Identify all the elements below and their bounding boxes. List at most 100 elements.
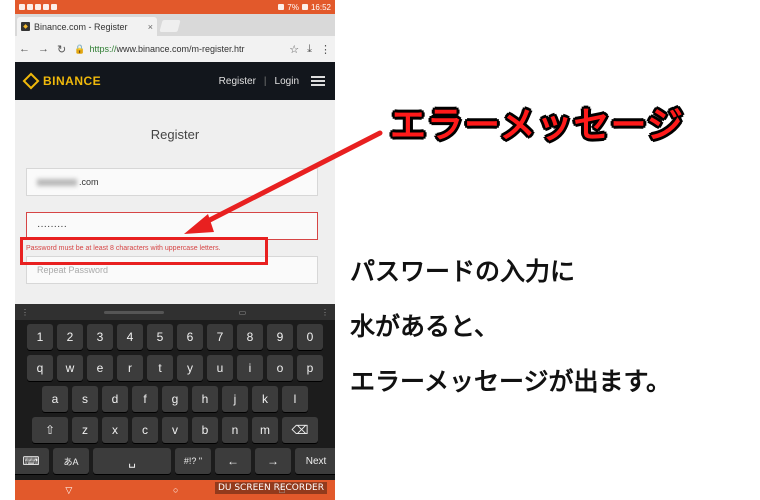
home-nav-icon[interactable]: ○ — [173, 485, 178, 495]
binance-favicon-icon: ◆ — [21, 22, 30, 31]
notification-icon — [43, 4, 49, 10]
language-key[interactable]: あA — [53, 448, 89, 474]
system-nav-bar: ▽ ○ □ DU SCREEN RECORDER — [15, 480, 335, 500]
binance-logo-icon — [22, 72, 40, 90]
nav-register-link[interactable]: Register — [219, 76, 256, 87]
number-key[interactable]: 8 — [237, 324, 263, 350]
next-key[interactable]: Next — [295, 448, 335, 474]
letter-key[interactable]: y — [177, 355, 203, 381]
keyboard-drag-handle[interactable] — [103, 310, 164, 314]
blurred-email — [37, 178, 77, 186]
cursor-right-key[interactable]: → — [255, 448, 291, 474]
register-page: Register .com ········· Password must be… — [15, 100, 335, 304]
keyboard-number-row: 1234567890 — [18, 324, 332, 350]
letter-key[interactable]: f — [132, 386, 158, 412]
notification-icon — [27, 4, 33, 10]
letter-key[interactable]: w — [57, 355, 83, 381]
letter-key[interactable]: z — [72, 417, 98, 443]
browser-tab-strip: ◆ Binance.com - Register × — [15, 14, 335, 36]
forward-icon[interactable]: → — [38, 43, 49, 55]
description-line-1: パスワードの入力に — [350, 257, 576, 286]
battery-icon — [301, 4, 308, 10]
site-logo[interactable]: BINANCE — [43, 74, 101, 88]
notification-icon — [51, 4, 57, 10]
letter-key[interactable]: q — [27, 355, 53, 381]
number-key[interactable]: 0 — [297, 324, 323, 350]
tab-close-icon[interactable]: × — [148, 22, 153, 32]
email-suffix: .com — [79, 177, 99, 187]
menu-more-icon[interactable]: ⋮ — [320, 43, 331, 56]
keyboard-collapse-icon[interactable]: ⋮ — [21, 308, 29, 317]
number-key[interactable]: 6 — [177, 324, 203, 350]
hamburger-menu-icon[interactable] — [311, 76, 325, 86]
keyboard-mode-icon[interactable]: ▭ — [239, 308, 247, 317]
letter-key[interactable]: h — [192, 386, 218, 412]
number-key[interactable]: 4 — [117, 324, 143, 350]
letter-key[interactable]: d — [102, 386, 128, 412]
bookmark-star-icon[interactable]: ☆ — [289, 43, 299, 56]
letter-key[interactable]: m — [252, 417, 278, 443]
error-highlight-box — [20, 237, 268, 265]
lock-icon: 🔒 — [74, 43, 86, 54]
symbols-key[interactable]: #!? " — [175, 448, 211, 474]
letter-key[interactable]: n — [222, 417, 248, 443]
description-line-3: エラーメッセージが出ます。 — [350, 367, 672, 396]
shift-key[interactable]: ⇧ — [32, 417, 68, 443]
number-key[interactable]: 9 — [267, 324, 293, 350]
download-icon[interactable]: ⤓ — [307, 43, 312, 56]
description-line-2: 水があると、 — [350, 312, 500, 341]
letter-key[interactable]: p — [297, 355, 323, 381]
letter-key[interactable]: j — [222, 386, 248, 412]
nav-separator: | — [263, 75, 267, 87]
page-title: Register — [150, 127, 200, 142]
number-key[interactable]: 1 — [27, 324, 53, 350]
backspace-key[interactable]: ⌫ — [282, 417, 318, 443]
address-bar[interactable]: 🔒 https://www.binance.com/m-register.htr — [74, 44, 281, 55]
letter-key[interactable]: e — [87, 355, 113, 381]
tab-title: Binance.com - Register — [34, 21, 128, 32]
cursor-left-key[interactable]: ← — [215, 448, 251, 474]
letter-key[interactable]: b — [192, 417, 218, 443]
letter-key[interactable]: s — [72, 386, 98, 412]
number-key[interactable]: 2 — [57, 324, 83, 350]
keyboard-settings-icon[interactable]: ⋮ — [321, 308, 329, 317]
letter-key[interactable]: x — [102, 417, 128, 443]
keyboard-top-row: qwertyuiop — [18, 355, 332, 381]
number-key[interactable]: 3 — [87, 324, 113, 350]
letter-key[interactable]: g — [162, 386, 188, 412]
number-key[interactable]: 5 — [147, 324, 173, 350]
email-field[interactable]: .com — [26, 168, 318, 196]
reload-icon[interactable]: ↻ — [57, 43, 66, 56]
letter-key[interactable]: c — [132, 417, 158, 443]
browser-toolbar: ← → ↻ 🔒 https://www.binance.com/m-regist… — [15, 36, 335, 62]
back-icon[interactable]: ← — [19, 43, 30, 55]
letter-key[interactable]: v — [162, 417, 188, 443]
letter-key[interactable]: u — [207, 355, 233, 381]
nav-login-link[interactable]: Login — [275, 76, 299, 87]
letter-key[interactable]: a — [42, 386, 68, 412]
letter-key[interactable]: r — [117, 355, 143, 381]
keyboard-toolbar: ⋮ ▭ ⋮ — [15, 304, 335, 320]
url-text: https://www.binance.com/m-register.htr — [89, 44, 245, 54]
letter-key[interactable]: l — [282, 386, 308, 412]
clock: 16:52 — [310, 2, 331, 12]
callout-title: エラーメッセージ — [390, 105, 684, 146]
back-nav-icon[interactable]: ▽ — [65, 485, 72, 496]
notification-icon — [35, 4, 41, 10]
browser-tab[interactable]: ◆ Binance.com - Register × — [17, 17, 157, 36]
status-bar: 7% 16:52 — [15, 0, 335, 14]
keyboard-middle-row: asdfghjkl — [18, 386, 332, 412]
new-tab-button[interactable] — [159, 20, 181, 32]
site-header: BINANCE Register | Login — [15, 62, 335, 100]
space-key[interactable]: ␣ — [93, 448, 171, 474]
keyboard-bottom-row: ⇧ zxcvbnm ⌫ — [18, 417, 332, 443]
letter-key[interactable]: t — [147, 355, 173, 381]
number-key[interactable]: 7 — [207, 324, 233, 350]
letter-key[interactable]: i — [237, 355, 263, 381]
letter-key[interactable]: o — [267, 355, 293, 381]
notification-icon — [19, 4, 25, 10]
password-field[interactable]: ········· — [26, 212, 318, 240]
screen-recorder-watermark: DU SCREEN RECORDER — [214, 482, 327, 494]
emoji-key[interactable]: ⌨ — [15, 448, 49, 474]
letter-key[interactable]: k — [252, 386, 278, 412]
